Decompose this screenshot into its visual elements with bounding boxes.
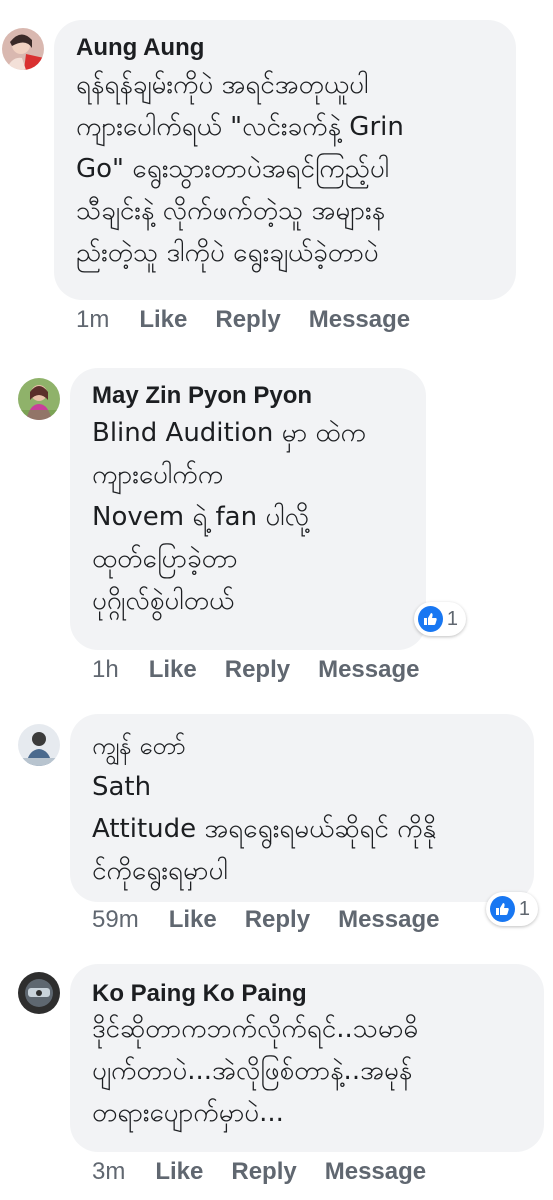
comment-text-line: ပုဂ္ဂိုလ်စွဲပါတယ်	[92, 586, 235, 616]
comment-text-line: ည်းတဲ့သူ ဒါကိုပဲ ရွေးချယ်ခဲ့တာပဲ	[76, 238, 379, 268]
comment-author[interactable]: Aung Aung	[76, 34, 516, 62]
avatar[interactable]	[18, 972, 60, 1014]
thumbs-up-icon	[418, 606, 443, 632]
reply-button[interactable]: Reply	[245, 906, 310, 933]
comment-text: Blind Audition မှာ ထဲက ကျားပေါက်က Novem …	[92, 412, 426, 622]
comment-bubble: ကျွန် တော် Sath Attitude အရရွေးရမယ်ဆိုရင…	[70, 714, 534, 902]
comment-text-line: Blind Audition မှာ ထဲက	[92, 418, 366, 448]
reply-button[interactable]: Reply	[215, 306, 280, 333]
like-button[interactable]: Like	[139, 306, 187, 333]
avatar[interactable]	[18, 724, 60, 766]
reaction-badge[interactable]: 1	[414, 602, 466, 636]
comment-actions: 1m Like Reply Message	[76, 306, 438, 334]
reaction-count: 1	[518, 897, 530, 920]
comment-timestamp: 59m	[92, 906, 139, 933]
comment-item: ကျွန် တော် Sath Attitude အရရွေးရမယ်ဆိုရင…	[0, 710, 553, 960]
message-button[interactable]: Message	[338, 906, 439, 933]
comment-actions: 1h Like Reply Message	[92, 656, 447, 684]
comment-text-line: ရန်ရန်ချမ်းကိုပဲ အရင်အတုယူပါ	[76, 70, 369, 100]
avatar[interactable]	[18, 378, 60, 420]
comment-item: Ko Paing Ko Paing ဒိုင်ဆိုတာကဘက်လိုက်ရင်…	[0, 960, 553, 1200]
comment-text-line: သီချင်းနဲ့ လိုက်ဖက်တဲ့သူ အများန	[76, 196, 386, 226]
comment-text-line: တရားပျောက်မှာပဲ...	[92, 1098, 284, 1128]
comment-bubble: Aung Aung ရန်ရန်ချမ်းကိုပဲ အရင်အတုယူပါ က…	[54, 20, 516, 300]
comment-text: Sath Attitude အရရွေးရမယ်ဆိုရင် ကိုနို င်…	[92, 766, 534, 892]
reaction-badge[interactable]: 1	[486, 892, 538, 926]
like-button[interactable]: Like	[149, 656, 197, 683]
comment-timestamp: 3m	[92, 1158, 126, 1185]
comment-text-line: ထုတ်ပြောခဲ့တာ	[92, 544, 238, 574]
message-button[interactable]: Message	[309, 306, 410, 333]
comment-item: Aung Aung ရန်ရန်ချမ်းကိုပဲ အရင်အတုယူပါ က…	[0, 0, 553, 340]
comment-actions: 59m Like Reply Message	[92, 906, 467, 934]
comment-timestamp: 1m	[76, 306, 110, 333]
comment-text-line: င်ကိုရွေးရမှာပါ	[92, 856, 228, 886]
comment-text-line: ကျားပေါက်ရယ် "လင်းခက်နဲ့ Grin	[76, 112, 404, 142]
comment-author[interactable]: Ko Paing Ko Paing	[92, 980, 544, 1008]
comment-author[interactable]: May Zin Pyon Pyon	[92, 382, 426, 410]
avatar[interactable]	[2, 28, 44, 70]
comment-timestamp: 1h	[92, 656, 119, 683]
message-button[interactable]: Message	[318, 656, 419, 683]
comment-actions: 3m Like Reply Message	[92, 1158, 454, 1186]
comment-bubble: Ko Paing Ko Paing ဒိုင်ဆိုတာကဘက်လိုက်ရင်…	[70, 964, 544, 1152]
reaction-count: 1	[446, 607, 458, 630]
comment-text: ရန်ရန်ချမ်းကိုပဲ အရင်အတုယူပါ ကျားပေါက်ရယ…	[76, 64, 516, 274]
comment-text-line: ကျားပေါက်က	[92, 460, 224, 490]
comment-author[interactable]: ကျွန် တော်	[92, 730, 534, 766]
comment-text-line: ဒိုင်ဆိုတာကဘက်လိုက်ရင်..သမာဓိ	[92, 1014, 419, 1044]
comment-text-line: Go" ရွေးသွားတာပဲအရင်ကြည့်ပါ	[76, 154, 390, 184]
like-button[interactable]: Like	[169, 906, 217, 933]
message-button[interactable]: Message	[325, 1158, 426, 1185]
comment-text-line: Attitude အရရွေးရမယ်ဆိုရင် ကိုနို	[92, 814, 436, 844]
comment-bubble: May Zin Pyon Pyon Blind Audition မှာ ထဲက…	[70, 368, 426, 650]
thumbs-up-icon	[490, 896, 515, 922]
comment-item: May Zin Pyon Pyon Blind Audition မှာ ထဲက…	[0, 360, 553, 700]
reply-button[interactable]: Reply	[231, 1158, 296, 1185]
like-button[interactable]: Like	[155, 1158, 203, 1185]
comment-text-line: Sath	[92, 772, 152, 802]
reply-button[interactable]: Reply	[225, 656, 290, 683]
comment-text-line: Novem ရဲ့ fan ပါလို့	[92, 502, 310, 532]
comment-text-line: ပျက်တာပဲ...အဲလိုဖြစ်တာနဲ့..အမုန်	[92, 1056, 413, 1086]
comment-text: ဒိုင်ဆိုတာကဘက်လိုက်ရင်..သမာဓိ ပျက်တာပဲ..…	[92, 1008, 544, 1134]
